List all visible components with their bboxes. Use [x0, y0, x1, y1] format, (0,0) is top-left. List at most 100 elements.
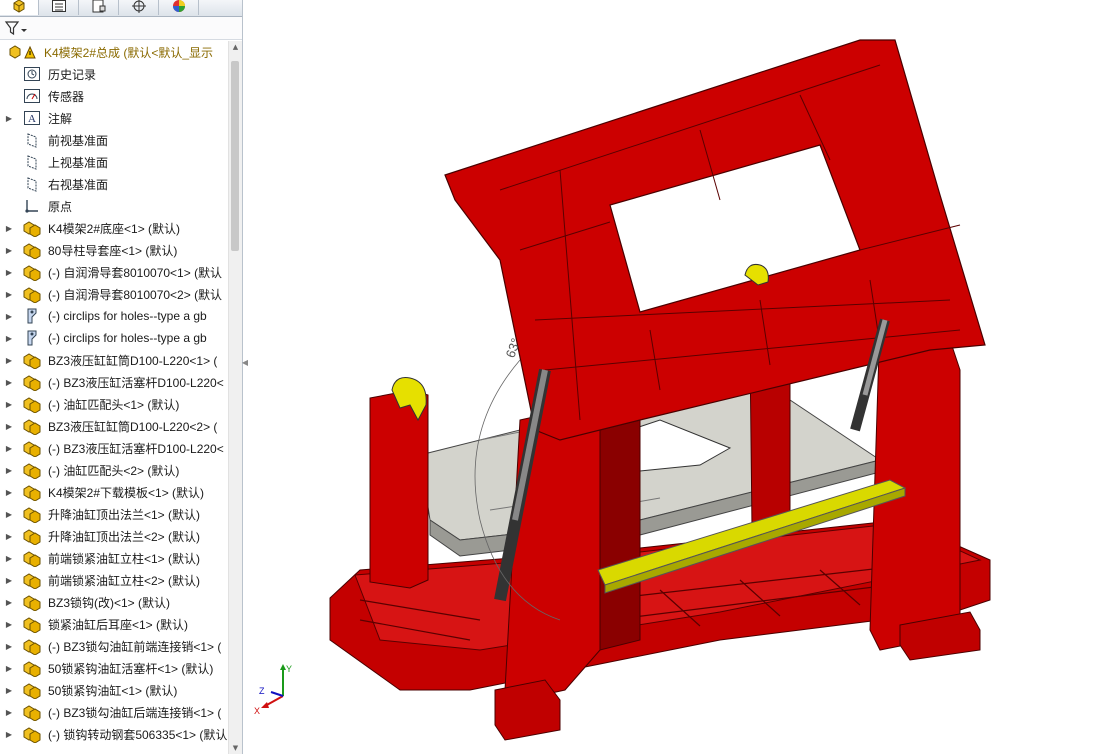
svg-text:A: A	[28, 113, 36, 125]
subassembly-icon	[22, 527, 42, 545]
tree-item-label: 注解	[48, 111, 73, 126]
scroll-up-arrow[interactable]: ▲	[229, 41, 242, 53]
tree-item[interactable]: ▶ 前端锁紧油缸立柱<2> (默认)	[0, 569, 228, 591]
plane-icon	[22, 175, 42, 193]
scroll-thumb[interactable]	[231, 61, 239, 251]
subassembly-icon	[22, 219, 42, 237]
tree-item[interactable]: ▶ BZ3锁钩(改)<1> (默认)	[0, 591, 228, 613]
tree-item[interactable]: ▶ (-) 自润滑导套8010070<1> (默认	[0, 261, 228, 283]
tree-item[interactable]: ▶ BZ3液压缸缸筒D100-L220<2> (	[0, 415, 228, 437]
tree-item[interactable]: ▶ A 注解	[0, 107, 228, 129]
expand-arrow-icon[interactable]: ▶	[4, 554, 14, 563]
tree-item[interactable]: ▶ (-) 锁钩转动钢套506335<1> (默认	[0, 723, 228, 745]
expand-arrow-icon[interactable]: ▶	[4, 312, 14, 321]
tree-item[interactable]: ▶ 50锁紧钩油缸活塞杆<1> (默认)	[0, 657, 228, 679]
tree-item-label: 80导柱导套座<1> (默认)	[48, 243, 178, 258]
tree-item[interactable]: 前视基准面	[0, 129, 228, 151]
expand-arrow-icon[interactable]: ▶	[4, 378, 14, 387]
tree-item[interactable]: 原点	[0, 195, 228, 217]
tree-item-label: (-) BZ3锁勾油缸前端连接销<1> (	[48, 639, 222, 654]
subassembly-icon	[22, 417, 42, 435]
tree-item[interactable]: 传感器	[0, 85, 228, 107]
tree-item[interactable]: 历史记录	[0, 63, 228, 85]
dimxpert-tab[interactable]	[120, 0, 159, 15]
expand-arrow-icon[interactable]: ▶	[4, 114, 14, 123]
expand-arrow-icon[interactable]: ▶	[4, 268, 14, 277]
tree-item[interactable]: ▶ (-) 油缸匹配头<1> (默认)	[0, 393, 228, 415]
expand-arrow-icon[interactable]: ▶	[4, 532, 14, 541]
tree-scrollbar[interactable]: ▲ ▼	[228, 41, 242, 754]
subassembly-icon	[22, 593, 42, 611]
subassembly-icon	[22, 549, 42, 567]
subassembly-icon	[22, 395, 42, 413]
mold-frame-model: 63°	[329, 39, 991, 741]
subassembly-icon	[22, 373, 42, 391]
subassembly-icon	[22, 571, 42, 589]
tree-item[interactable]: ▶ 80导柱导套座<1> (默认)	[0, 239, 228, 261]
tree-item[interactable]: ▶ 锁紧油缸后耳座<1> (默认)	[0, 613, 228, 635]
expand-arrow-icon[interactable]: ▶	[4, 224, 14, 233]
display-manager-tab[interactable]	[160, 0, 199, 15]
expand-arrow-icon[interactable]: ▶	[4, 642, 14, 651]
tree-item[interactable]: ▶ BZ3液压缸缸筒D100-L220<1> (	[0, 349, 228, 371]
tree-item-label: 前视基准面	[48, 133, 109, 148]
filter-icon[interactable]	[4, 20, 32, 36]
left-front-column	[504, 409, 601, 701]
tree-item-label: 右视基准面	[48, 177, 109, 192]
tree-item[interactable]: ▶ (-) BZ3锁勾油缸前端连接销<1> (	[0, 635, 228, 657]
subassembly-icon	[22, 725, 42, 743]
subassembly-icon	[22, 659, 42, 677]
tree-item[interactable]: ▶ 升降油缸顶出法兰<2> (默认)	[0, 525, 228, 547]
expand-arrow-icon[interactable]: ▶	[4, 422, 14, 431]
tree-item-label: BZ3锁钩(改)<1> (默认)	[48, 595, 171, 610]
assembly-warning-icon	[8, 43, 38, 61]
tree-item[interactable]: ▶ (-) BZ3锁勾油缸后端连接销<1> (	[0, 701, 228, 723]
tree-item[interactable]: 上视基准面	[0, 151, 228, 173]
tree-item-label: 前端锁紧油缸立柱<2> (默认)	[48, 573, 201, 588]
tree-root-assembly[interactable]: K4模架2#总成 (默认<默认_显示	[0, 41, 228, 63]
graphics-area[interactable]: 63°	[249, 0, 1115, 754]
expand-arrow-icon[interactable]: ▶	[4, 510, 14, 519]
sensor-icon	[22, 87, 42, 105]
subassembly-icon	[22, 439, 42, 457]
tree-item-label: (-) BZ3液压缸活塞杆D100-L220<	[48, 441, 224, 456]
tree-item[interactable]: ▶ (-) BZ3液压缸活塞杆D100-L220<	[0, 371, 228, 393]
tree-item[interactable]: ▶ 50锁紧钩油缸<1> (默认)	[0, 679, 228, 701]
tree-item[interactable]: ▶ (-) 油缸匹配头<2> (默认)	[0, 459, 228, 481]
tree-item[interactable]: ▶ (-) BZ3液压缸活塞杆D100-L220<	[0, 437, 228, 459]
annotation-icon: A	[22, 109, 42, 127]
tree-item[interactable]: ▶ K4模架2#下载模板<1> (默认)	[0, 481, 228, 503]
expand-arrow-icon[interactable]: ▶	[4, 356, 14, 365]
tree-item-label: (-) 自润滑导套8010070<2> (默认	[48, 287, 223, 302]
propertymanager-tab[interactable]	[40, 0, 79, 15]
expand-arrow-icon[interactable]: ▶	[4, 400, 14, 409]
subassembly-icon	[22, 263, 42, 281]
tree-item[interactable]: ▶ 升降油缸顶出法兰<1> (默认)	[0, 503, 228, 525]
scroll-down-arrow[interactable]: ▼	[229, 742, 242, 754]
expand-arrow-icon[interactable]: ▶	[4, 576, 14, 585]
expand-arrow-icon[interactable]: ▶	[4, 466, 14, 475]
expand-arrow-icon[interactable]: ▶	[4, 598, 14, 607]
tree-item[interactable]: 右视基准面	[0, 173, 228, 195]
expand-arrow-icon[interactable]: ▶	[4, 290, 14, 299]
manager-tabs	[0, 0, 242, 17]
expand-arrow-icon[interactable]: ▶	[4, 334, 14, 343]
expand-arrow-icon[interactable]: ▶	[4, 686, 14, 695]
expand-arrow-icon[interactable]: ▶	[4, 488, 14, 497]
configurationmanager-tab[interactable]	[80, 0, 119, 15]
panel-collapse-grip[interactable]: ◀	[242, 355, 248, 369]
expand-arrow-icon[interactable]: ▶	[4, 620, 14, 629]
expand-arrow-icon[interactable]: ▶	[4, 730, 14, 739]
featuremanager-tab[interactable]	[0, 0, 39, 15]
tree-item[interactable]: ▶ (-) 自润滑导套8010070<2> (默认	[0, 283, 228, 305]
tree-item-label: (-) circlips for holes--type a gb	[48, 331, 207, 345]
expand-arrow-icon[interactable]: ▶	[4, 444, 14, 453]
expand-arrow-icon[interactable]: ▶	[4, 708, 14, 717]
tree-item[interactable]: ▶ 前端锁紧油缸立柱<1> (默认)	[0, 547, 228, 569]
tree-item[interactable]: ▶ (-) circlips for holes--type a gb	[0, 327, 228, 349]
expand-arrow-icon[interactable]: ▶	[4, 246, 14, 255]
expand-arrow-icon[interactable]: ▶	[4, 664, 14, 673]
tree-item-label: 升降油缸顶出法兰<2> (默认)	[48, 529, 201, 544]
tree-item[interactable]: ▶ K4模架2#底座<1> (默认)	[0, 217, 228, 239]
tree-item[interactable]: ▶ (-) circlips for holes--type a gb	[0, 305, 228, 327]
